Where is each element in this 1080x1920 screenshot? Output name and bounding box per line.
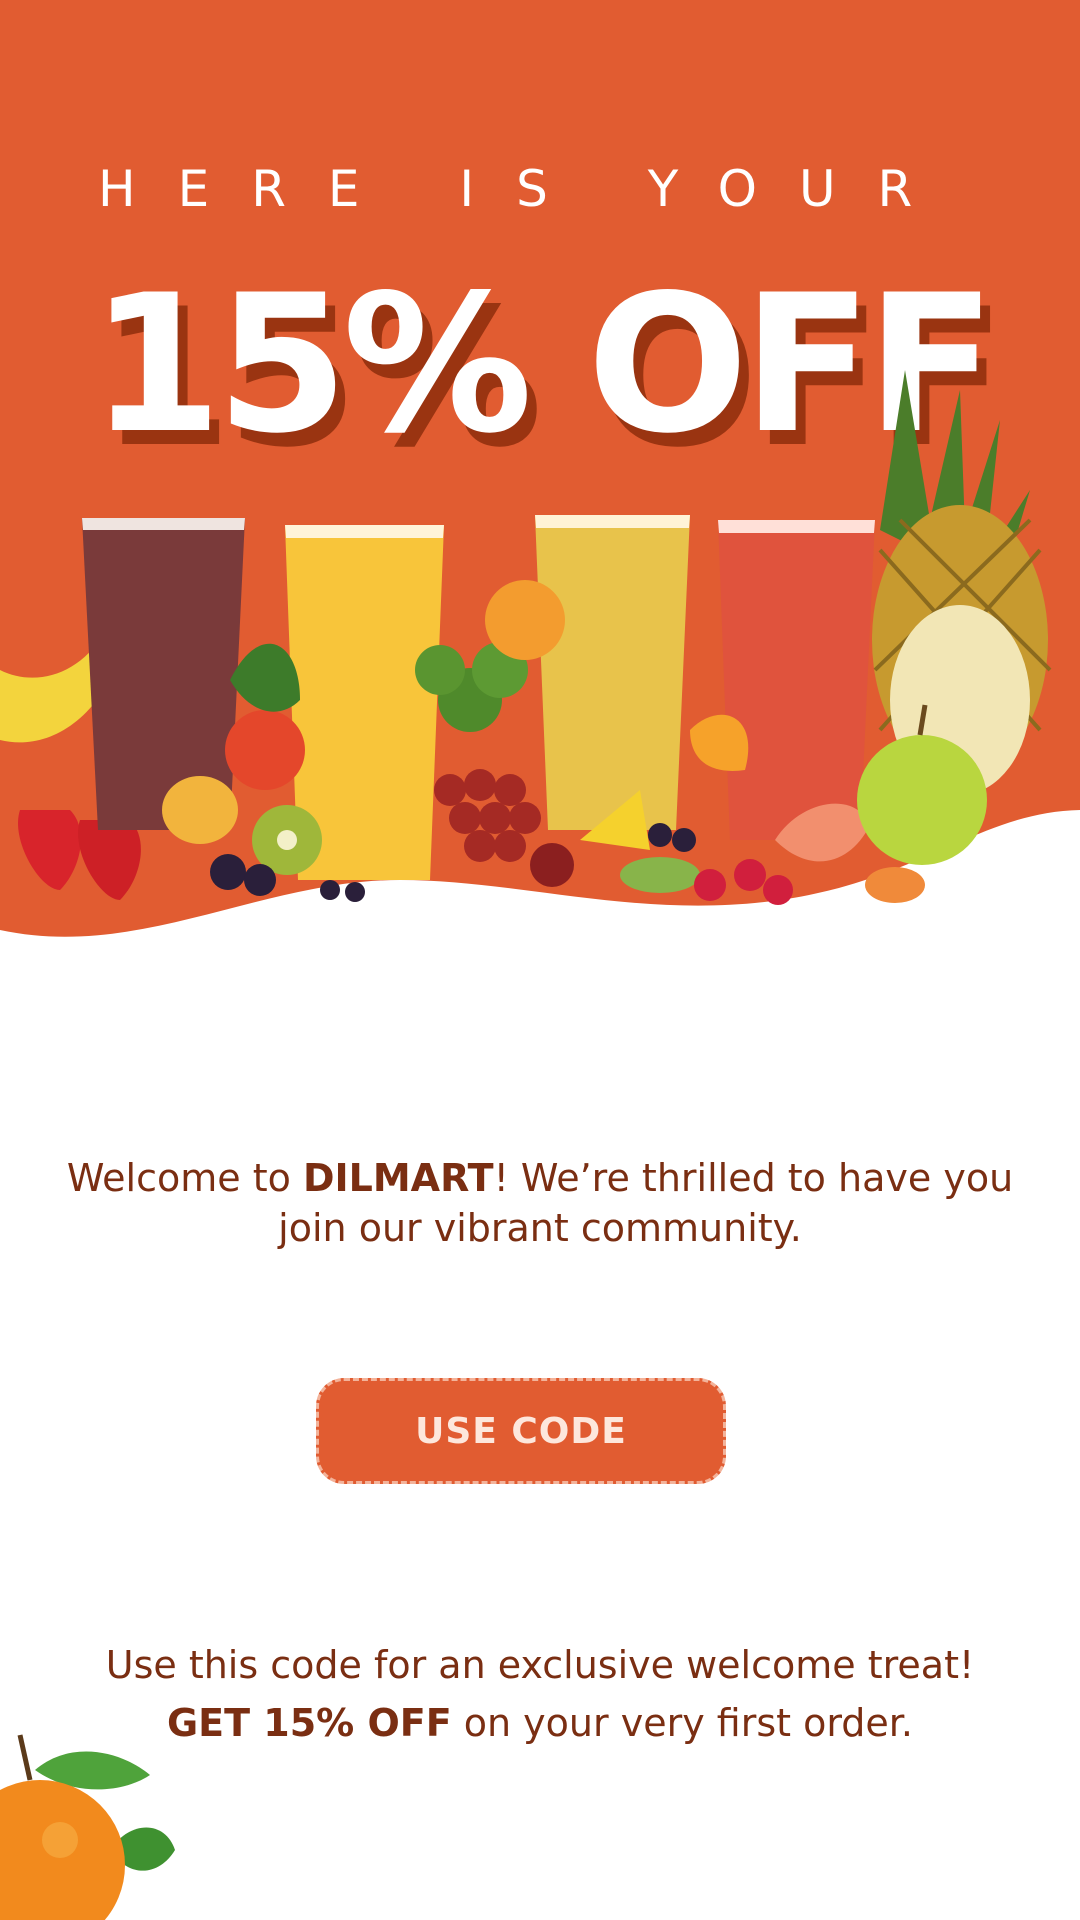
fruit-and-smoothies-illustration — [0, 370, 1052, 905]
greens-icon — [230, 643, 300, 712]
apricot-icon — [865, 867, 925, 903]
orange-fruit-icon — [0, 1734, 175, 1920]
smoothie-glass-pineapple — [535, 515, 690, 830]
peach-icon — [162, 776, 238, 844]
promo-message: Use this code for an exclusive welcome t… — [60, 1636, 1020, 1752]
welcome-prefix: Welcome to — [66, 1156, 303, 1200]
hero-banner: HERE IS YOUR 15% OFF — [0, 0, 1080, 960]
brand-name: DILMART — [302, 1156, 494, 1200]
orange-slice-icon — [690, 714, 749, 771]
apple-icon — [857, 735, 987, 865]
raspberry-icon — [694, 859, 793, 905]
promo-highlight: GET 15% OFF — [166, 1701, 452, 1745]
tomato-icon — [225, 710, 305, 790]
use-code-button[interactable]: USE CODE — [316, 1378, 726, 1484]
smoothie-glass-strawberry — [718, 520, 875, 840]
welcome-message: Welcome to DILMART! We’re thrilled to ha… — [60, 1153, 1020, 1253]
promo-line2-rest: on your very first order. — [451, 1701, 914, 1745]
email-page: HERE IS YOUR 15% OFF Welcome to DILMART!… — [0, 0, 1080, 1920]
orange-icon — [485, 580, 565, 660]
promo-line1: Use this code for an exclusive welcome t… — [105, 1643, 975, 1687]
cucumber-icon — [620, 857, 700, 893]
hero-kicker: HERE IS YOUR — [98, 160, 955, 218]
